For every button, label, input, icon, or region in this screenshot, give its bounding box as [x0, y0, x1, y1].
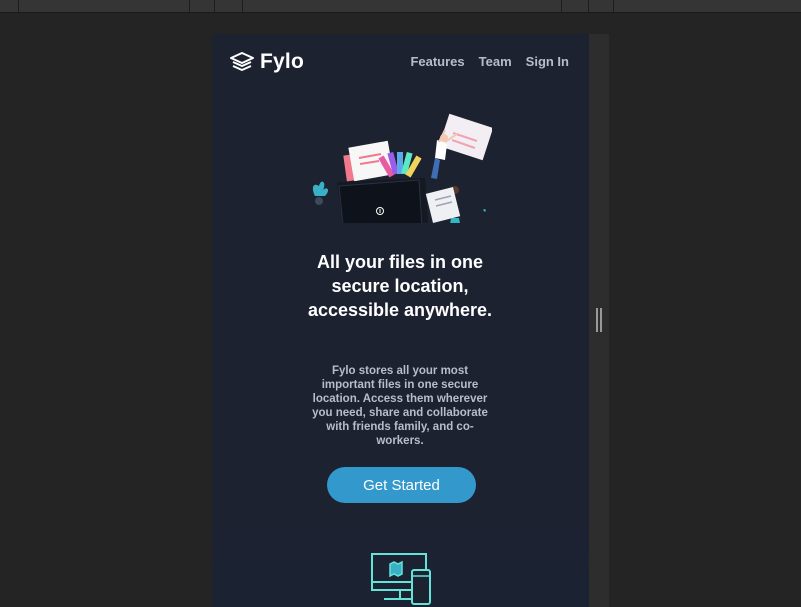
main-nav: Features Team Sign In: [410, 54, 569, 69]
toolbar-divider: [242, 0, 243, 12]
logo-text: Fylo: [260, 50, 304, 73]
access-anywhere-icon: [371, 553, 431, 605]
nav-link-sign-in[interactable]: Sign In: [526, 54, 569, 69]
toolbar-divider: [18, 0, 19, 12]
nav-link-team[interactable]: Team: [479, 54, 512, 69]
toolbar-divider: [613, 0, 614, 12]
map-glyph: [389, 560, 403, 578]
plant-splash: [312, 181, 329, 196]
phone-outline: [411, 569, 431, 605]
person-legs: [431, 158, 440, 179]
folder-front: [338, 179, 423, 223]
leaf: [483, 209, 486, 212]
intro-illustration: [312, 113, 492, 223]
toolbar-divider: [214, 0, 215, 12]
toolbar-divider: [561, 0, 562, 12]
page-viewport: Fylo Features Team Sign In All your file…: [212, 34, 589, 607]
toolbar-divider: [588, 0, 589, 12]
nav-link-features[interactable]: Features: [410, 54, 464, 69]
get-started-button[interactable]: Get Started: [327, 467, 476, 503]
logo[interactable]: Fylo: [230, 50, 304, 74]
hero-headline: All your files in one secure location, a…: [307, 252, 493, 320]
document-white: [348, 140, 394, 182]
toolbar-divider: [189, 0, 190, 12]
resize-handle[interactable]: [596, 308, 602, 332]
plant-pot: [315, 197, 323, 205]
hero-description: Fylo stores all your most important file…: [312, 365, 488, 447]
devtools-toolbar: [0, 0, 801, 13]
layers-logo-icon: [230, 52, 254, 71]
